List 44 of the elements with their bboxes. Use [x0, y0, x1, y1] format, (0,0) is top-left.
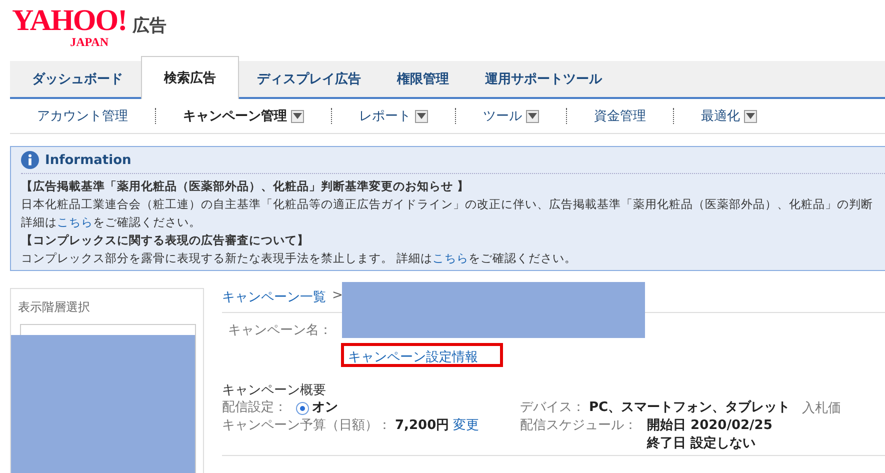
- nav-tab[interactable]: ディスプレイ広告: [239, 61, 379, 97]
- info-icon: [21, 151, 39, 169]
- details-link[interactable]: こちら: [57, 215, 93, 229]
- notice-text: 日本化粧品工業連合会（粧工連）の自主基準「化粧品等の適正広告ガイドライン」の改正に伴い、広告掲載基準「薬用化粧品（医薬部外品）、化粧品」の判断: [21, 196, 874, 213]
- notice-heading: 【コンプレックスに関する表現の広告審査について】: [21, 232, 310, 249]
- field-label: キャンペーン予算（日額）：: [222, 417, 391, 435]
- field-label: 配信スケジュール：: [520, 417, 637, 435]
- sub-nav-item[interactable]: アカウント管理: [37, 107, 128, 125]
- settings-link[interactable]: キャンペーン設定情報: [348, 350, 478, 365]
- change-link[interactable]: 変更: [453, 417, 480, 435]
- notice-heading: 【広告掲載基準「薬用化粧品（医薬部外品）、化粧品」判断基準変更のお知らせ 】: [21, 178, 470, 195]
- sub-nav-item[interactable]: 資金管理: [594, 107, 646, 125]
- breadcrumb-link[interactable]: キャンペーン一覧: [222, 288, 326, 312]
- field-value: 7,200円: [395, 417, 450, 435]
- radio-button[interactable]: [297, 402, 308, 414]
- field-value: 終了日 設定しない: [647, 435, 757, 453]
- sub-nav-item[interactable]: ツール: [483, 107, 522, 125]
- details-link[interactable]: こちら: [432, 251, 469, 265]
- field-label: 入札価: [802, 400, 841, 417]
- nav-tab[interactable]: ダッシュボード: [10, 61, 141, 97]
- dropdown-icon[interactable]: [744, 110, 757, 122]
- nav-tab[interactable]: 検索広告: [141, 56, 239, 99]
- field-label: デバイス：: [520, 399, 585, 417]
- service-title: 広告: [132, 15, 167, 37]
- notice-text: コンプレックス部分を露骨に表現する新たな表現手法を禁止します。 詳細は こちら をご確認ください。: [21, 250, 578, 267]
- sub-nav-item[interactable]: レポート: [359, 107, 411, 125]
- sidebar-title: 表示階層選択: [18, 299, 91, 316]
- notice-text: 詳細は こちら をご確認ください。: [21, 214, 202, 231]
- field-value: オン: [312, 399, 338, 417]
- dropdown-icon[interactable]: [526, 110, 539, 122]
- field-label: 配信設定：: [222, 399, 287, 417]
- field-value: 開始日 2020/02/25: [647, 417, 772, 435]
- field-label: キャンペーン名：: [228, 323, 332, 338]
- sub-nav-item[interactable]: キャンペーン管理: [183, 107, 287, 125]
- sub-nav-item[interactable]: 最適化: [701, 107, 740, 125]
- info-title: Information: [45, 152, 132, 168]
- nav-tab[interactable]: 運用サポートツール: [467, 61, 620, 97]
- section-title: キャンペーン概要: [222, 382, 327, 399]
- nav-tab[interactable]: 権限管理: [379, 61, 467, 97]
- dropdown-icon[interactable]: [291, 110, 304, 122]
- logo: YAHOO! JAPAN: [12, 6, 127, 48]
- field-value: PC、スマートフォン、タブレット: [589, 399, 790, 417]
- breadcrumb-separator: >: [332, 288, 343, 305]
- dropdown-icon[interactable]: [415, 110, 428, 122]
